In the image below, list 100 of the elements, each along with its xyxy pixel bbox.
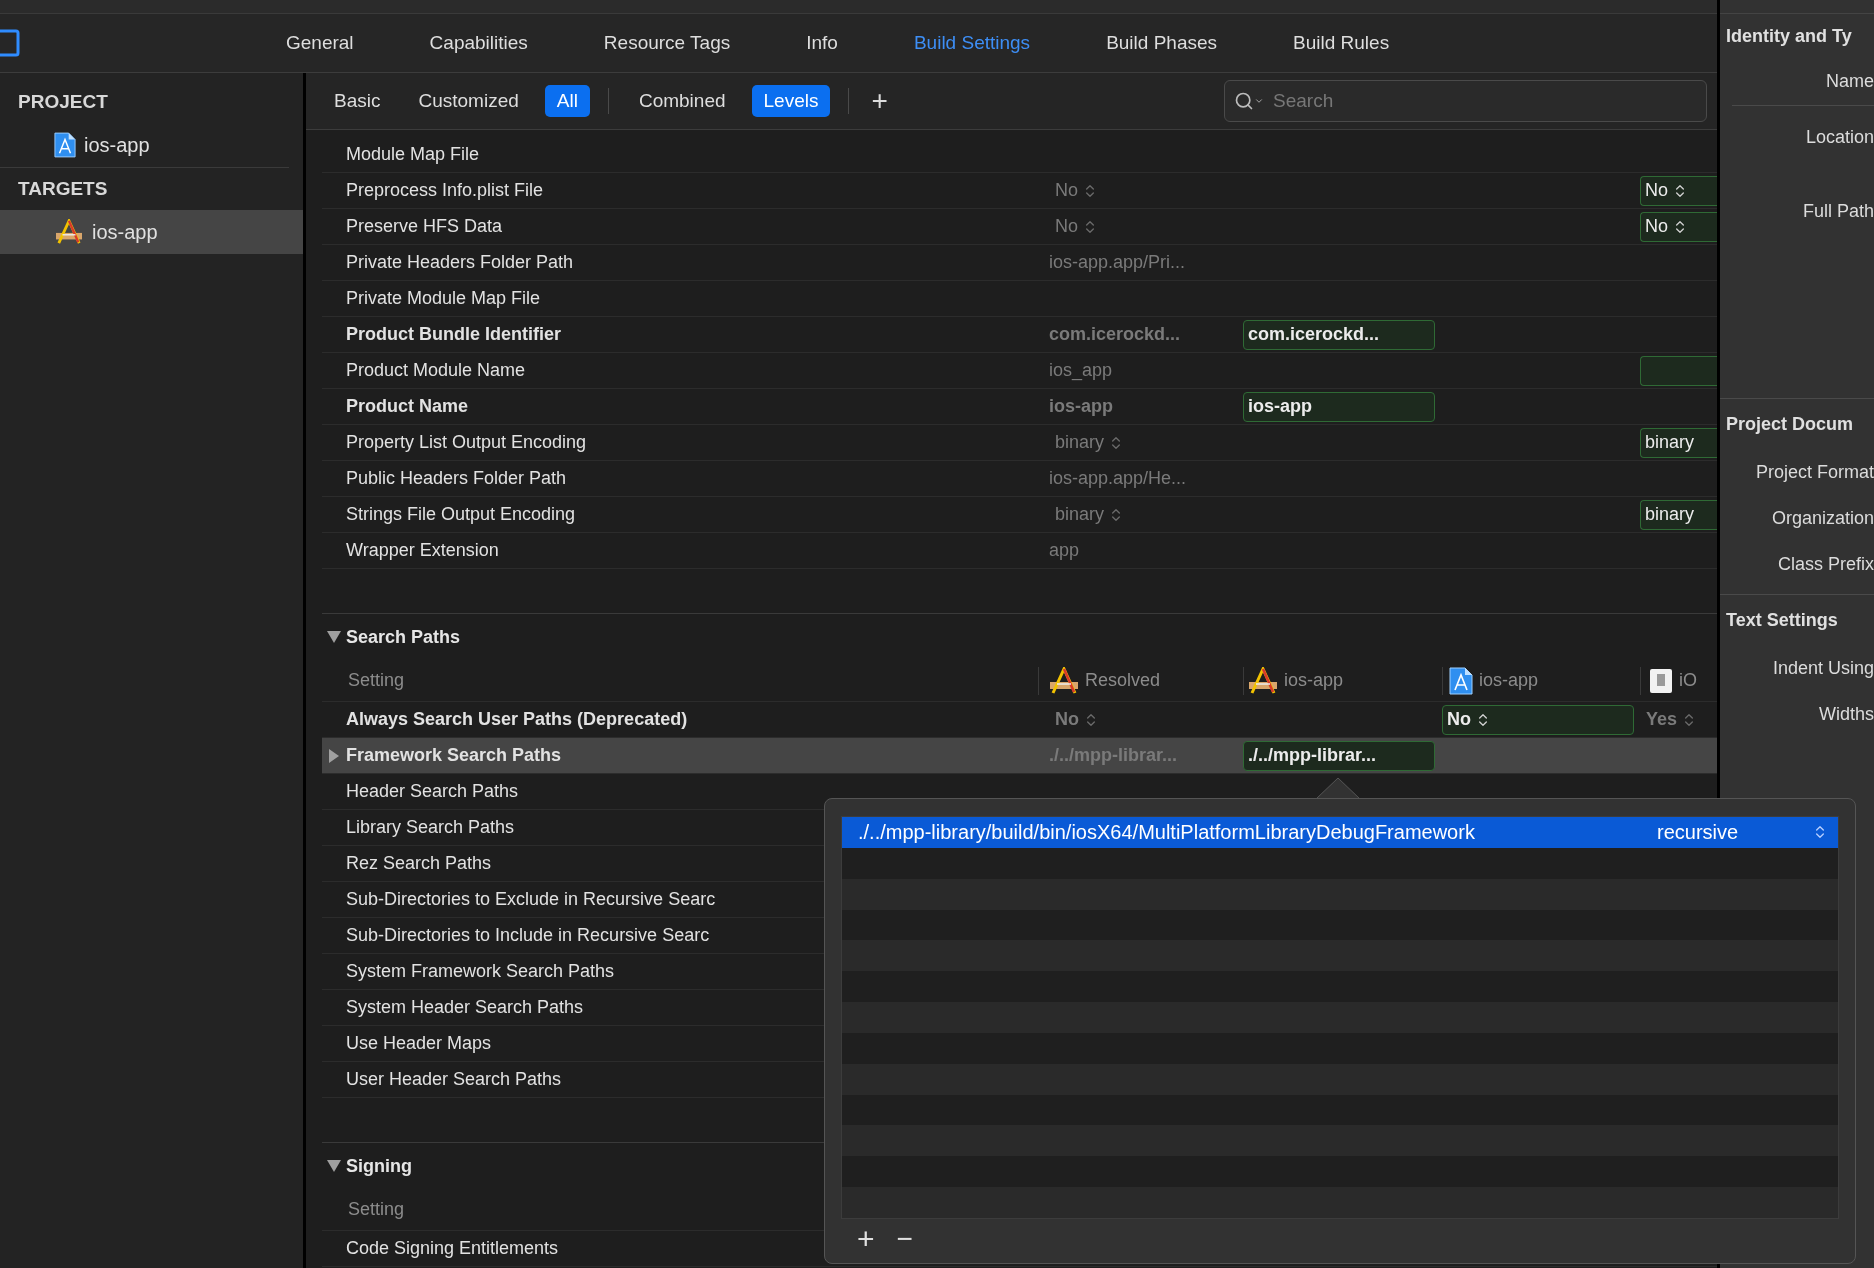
popup-button[interactable]: No <box>1049 706 1099 733</box>
project-file-icon <box>1449 666 1473 695</box>
column-header: iO <box>1679 669 1697 692</box>
inspector-label: Project Format <box>1755 460 1874 484</box>
setting-row[interactable]: Preprocess Info.plist File No No <box>322 173 1717 209</box>
popup-button[interactable]: binary <box>1049 429 1125 456</box>
setting-name: Private Headers Folder Path <box>346 251 574 274</box>
editor-tab[interactable]: Capabilities <box>391 28 566 58</box>
filter-button[interactable]: All <box>544 85 590 117</box>
setting-row[interactable]: Wrapper Extension app <box>322 533 1717 569</box>
search-field[interactable]: Search <box>1224 80 1707 122</box>
inspector-label: Location <box>1805 125 1874 149</box>
add-setting-button[interactable]: + <box>867 87 892 115</box>
setting-name: Product Bundle Identifier <box>346 323 561 346</box>
inspector-label: Full Path <box>1802 200 1874 223</box>
mode-popup[interactable]: recursive <box>1657 817 1828 848</box>
setting-value: ios-app <box>1049 395 1113 418</box>
sidebar-item[interactable]: ios-app <box>0 123 303 167</box>
setting-name: Sub-Directories to Include in Recursive Searc <box>346 924 710 947</box>
sidebar-heading: PROJECT <box>18 89 108 114</box>
setting-name: Always Search User Paths (Deprecated) <box>346 708 688 731</box>
sidebar-toggle-icon[interactable] <box>0 29 20 57</box>
inspector-label: Name <box>1826 70 1874 93</box>
setting-name: Property List Output Encoding <box>346 431 587 454</box>
setting-row[interactable]: Product Name ios-app ios-app <box>322 389 1717 425</box>
editor-tab[interactable]: Build Rules <box>1255 28 1428 58</box>
value-field[interactable]: ./../mpp-librar... <box>1243 740 1435 771</box>
path-row[interactable]: ./../mpp-library/build/bin/iosX64/MultiPlatformLibraryDebugFramework recursive <box>842 817 1838 848</box>
setting-row[interactable]: Product Bundle Identifier com.icerockd... com.icerockd... <box>322 317 1717 353</box>
inspector-label: Indent Using <box>1772 656 1874 680</box>
setting-name: Product Name <box>346 395 469 418</box>
editor-tab[interactable]: Build Phases <box>1068 28 1256 58</box>
disclosure-triangle-icon[interactable] <box>327 1160 341 1172</box>
app-target-icon <box>54 219 84 245</box>
remove-path-button[interactable]: − <box>896 1225 913 1253</box>
setting-row[interactable]: Strings File Output Encoding binary binary <box>322 497 1717 533</box>
setting-name: Framework Search Paths <box>346 744 562 767</box>
filter-button[interactable]: Levels <box>751 85 831 117</box>
popup-button[interactable]: No <box>1049 177 1098 204</box>
inspector-heading: Text Settings <box>1726 608 1838 632</box>
setting-row[interactable]: Public Headers Folder Path ios-app.app/He... <box>322 461 1717 497</box>
path-text: ./../mpp-library/build/bin/iosX64/MultiPlatformLibraryDebugFramework <box>858 820 1476 846</box>
setting-name: Rez Search Paths <box>346 852 492 875</box>
setting-name: Private Module Map File <box>346 287 541 310</box>
setting-name: Product Module Name <box>346 359 526 382</box>
setting-name: Wrapper Extension <box>346 539 499 562</box>
filter-button[interactable]: Basic <box>322 85 393 117</box>
setting-name: User Header Search Paths <box>346 1068 562 1091</box>
editor-tab[interactable]: Resource Tags <box>565 28 769 58</box>
value-field[interactable]: binary <box>1640 499 1717 530</box>
value-field[interactable]: binary <box>1640 427 1717 458</box>
setting-name: System Framework Search Paths <box>346 960 615 983</box>
section-title: Search Paths <box>346 625 461 649</box>
disclosure-triangle-icon[interactable] <box>327 631 341 643</box>
sidebar-item[interactable]: ios-app <box>0 210 303 254</box>
inspector-heading: Project Docum <box>1726 412 1854 436</box>
inspector-label: Class Prefix <box>1777 552 1874 576</box>
setting-row[interactable]: Private Module Map File <box>322 281 1717 317</box>
setting-name: Public Headers Folder Path <box>346 467 567 490</box>
column-header: ios-app <box>1284 669 1344 692</box>
search-icon <box>1234 91 1264 111</box>
editor-tab[interactable]: Info <box>768 28 876 58</box>
popup-button[interactable]: No <box>1049 213 1098 240</box>
setting-value: ios-app.app/He... <box>1049 467 1187 490</box>
setting-name: Use Header Maps <box>346 1032 492 1055</box>
sidebar-heading: TARGETS <box>18 176 108 201</box>
setting-row[interactable]: Preserve HFS Data No No <box>322 209 1717 245</box>
setting-row[interactable]: Product Module Name ios_app <box>322 353 1717 389</box>
setting-row[interactable]: Property List Output Encoding binary binary <box>322 425 1717 461</box>
add-path-button[interactable]: + <box>857 1224 875 1254</box>
disclosure-triangle-icon[interactable] <box>328 748 340 763</box>
value-field[interactable]: No <box>1640 175 1717 206</box>
project-file-icon <box>54 132 76 158</box>
filter-button[interactable]: Customized <box>406 85 531 117</box>
section-title: Signing <box>346 1154 412 1178</box>
value-field[interactable] <box>1640 355 1717 386</box>
setting-name: System Header Search Paths <box>346 996 584 1019</box>
popup-button[interactable]: Yes <box>1640 706 1698 733</box>
setting-name: Code Signing Entitlements <box>346 1237 559 1260</box>
setting-name: Strings File Output Encoding <box>346 503 576 526</box>
setting-value: app <box>1049 539 1080 562</box>
value-field[interactable]: ios-app <box>1243 391 1435 422</box>
column-header: Resolved <box>1085 669 1161 692</box>
popup-button[interactable]: binary <box>1049 501 1125 528</box>
inspector-label: Organization <box>1771 506 1874 530</box>
inspector-label: Widths <box>1819 702 1874 726</box>
column-header: Setting <box>348 669 405 692</box>
setting-value: ios_app <box>1049 359 1113 383</box>
editor-tab[interactable]: General <box>248 28 392 58</box>
value-field[interactable]: No <box>1640 211 1717 242</box>
value-field[interactable]: No <box>1442 704 1634 735</box>
setting-value: ios-app.app/Pri... <box>1049 251 1186 274</box>
inspector-heading: Identity and Ty <box>1726 24 1852 48</box>
editor-tab[interactable]: Build Settings <box>875 28 1069 58</box>
setting-row[interactable]: Private Headers Folder Path ios-app.app/Pri... <box>322 245 1717 281</box>
app-target-icon <box>1248 666 1278 695</box>
value-field[interactable]: com.icerockd... <box>1243 319 1435 350</box>
filter-button[interactable]: Combined <box>626 85 738 117</box>
setting-name: Header Search Paths <box>346 780 519 803</box>
setting-row[interactable]: Module Map File <box>322 137 1717 173</box>
